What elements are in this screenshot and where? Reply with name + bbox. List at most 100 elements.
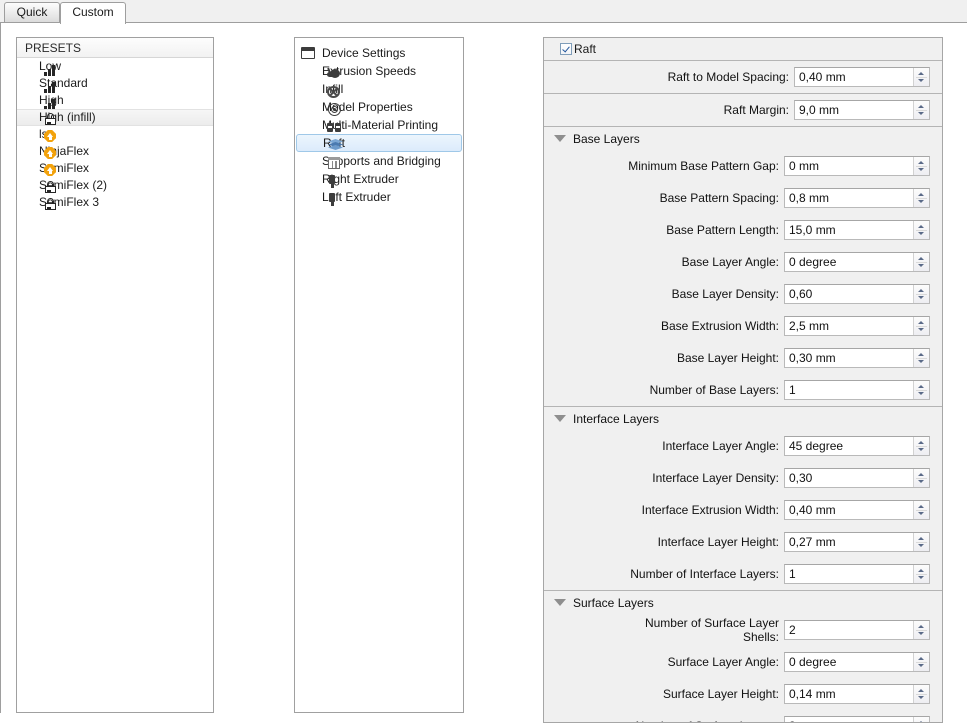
spinner-number-of-interface-layers[interactable] [913, 565, 929, 583]
tab-custom[interactable]: Custom [60, 2, 126, 24]
raft-enable-row[interactable]: Raft [544, 38, 942, 60]
setting-spinbox[interactable]: 45 degree [784, 436, 930, 456]
presets-header: PRESETS [17, 38, 213, 58]
category-item-model-properties[interactable]: Model Properties [296, 98, 462, 116]
spinner-interface-layer-density[interactable] [913, 469, 929, 487]
group-header-interface-layers[interactable]: Interface Layers [544, 407, 942, 430]
setting-spinbox[interactable]: 0 degree [784, 652, 930, 672]
chevron-down-icon[interactable] [554, 135, 566, 142]
spinner-interface-extrusion-width[interactable] [913, 501, 929, 519]
spinner-base-pattern-length[interactable] [913, 221, 929, 239]
spinner-base-extrusion-width[interactable] [913, 317, 929, 335]
setting-spinbox[interactable]: 15,0 mm [784, 220, 930, 240]
setting-spinbox[interactable]: 3 [784, 716, 930, 722]
group-title: Base Layers [573, 131, 640, 146]
spinner-raft-to-model-spacing[interactable] [913, 68, 929, 86]
setting-value[interactable]: 0,40 mm [795, 70, 913, 84]
spinner-raft-margin[interactable] [913, 101, 929, 119]
category-item-multi-material-printing[interactable]: Multi-Material Printing [296, 116, 462, 134]
raft-groups: Base Layers Minimum Base Pattern Gap: 0 mm… [544, 127, 942, 722]
spinner-number-of-surface-layers[interactable] [913, 717, 929, 722]
setting-value[interactable]: 2,5 mm [785, 319, 913, 333]
spinner-base-layer-density[interactable] [913, 285, 929, 303]
setting-spinbox[interactable]: 0 degree [784, 252, 930, 272]
chevron-down-icon[interactable] [554, 415, 566, 422]
setting-value[interactable]: 0 degree [785, 655, 913, 669]
group-header-surface-layers[interactable]: Surface Layers [544, 591, 942, 614]
setting-spinbox[interactable]: 2,5 mm [784, 316, 930, 336]
chevron-down-icon[interactable] [554, 599, 566, 606]
setting-value[interactable]: 0,40 mm [785, 503, 913, 517]
spinner-number-of-surface-layer-shells[interactable] [913, 621, 929, 639]
spinner-base-pattern-spacing[interactable] [913, 189, 929, 207]
category-item-right-extruder[interactable]: Right Extruder [296, 170, 462, 188]
setting-value[interactable]: 9,0 mm [795, 103, 913, 117]
setting-value[interactable]: 0,27 mm [785, 535, 913, 549]
setting-value[interactable]: 1 [785, 567, 913, 581]
setting-value[interactable]: 0 mm [785, 159, 913, 173]
spinner-interface-layer-height[interactable] [913, 533, 929, 551]
setting-value[interactable]: 3 [785, 719, 913, 722]
category-item-raft[interactable]: Raft [296, 134, 462, 152]
preset-item-standard[interactable]: Standard [17, 75, 213, 93]
spinner-minimum-base-pattern-gap[interactable] [913, 157, 929, 175]
category-item-supports-and-bridging[interactable]: Supports and Bridging [296, 152, 462, 170]
setting-spinbox[interactable]: 2 [784, 620, 930, 640]
setting-label: Minimum Base Pattern Gap: [628, 159, 779, 173]
preset-item-semiflex-2[interactable]: SemiFlex (2) [17, 177, 213, 194]
spinner-base-layer-height[interactable] [913, 349, 929, 367]
spinner-number-of-base-layers[interactable] [913, 381, 929, 399]
setting-value[interactable]: 15,0 mm [785, 223, 913, 237]
setting-value[interactable]: 1 [785, 383, 913, 397]
setting-row-raft-margin: Raft Margin: 9,0 mm [544, 94, 942, 126]
raft-checkbox[interactable] [560, 43, 572, 55]
setting-spinbox[interactable]: 1 [784, 380, 930, 400]
setting-spinbox[interactable]: 0,30 [784, 468, 930, 488]
preset-item-ninjaflex[interactable]: NinjaFlex [17, 143, 213, 160]
setting-row-surface-layer-height: Surface Layer Height: 0,14 mm [544, 678, 942, 710]
setting-row-interface-layer-height: Interface Layer Height: 0,27 mm [544, 526, 942, 558]
spinner-interface-layer-angle[interactable] [913, 437, 929, 455]
setting-value[interactable]: 45 degree [785, 439, 913, 453]
setting-value[interactable]: 0 degree [785, 255, 913, 269]
spinner-base-layer-angle[interactable] [913, 253, 929, 271]
setting-spinbox[interactable]: 0 mm [784, 156, 930, 176]
setting-row-interface-extrusion-width: Interface Extrusion Width: 0,40 mm [544, 494, 942, 526]
preset-item-low[interactable]: Low [17, 58, 213, 76]
setting-spinbox[interactable]: 0,30 mm [784, 348, 930, 368]
setting-spinbox[interactable]: 0,60 [784, 284, 930, 304]
setting-row-base-layer-density: Base Layer Density: 0,60 [544, 278, 942, 310]
setting-value[interactable]: 0,60 [785, 287, 913, 301]
presets-list[interactable]: LowStandard HighHigh (infill)lspNinjaFlex… [17, 58, 213, 211]
category-item-device-settings[interactable]: Device Settings [296, 44, 462, 62]
category-list[interactable]: Device Settings Extrusion SpeedsInfillMod… [295, 44, 463, 206]
tab-quick[interactable]: Quick [4, 2, 60, 23]
setting-value[interactable]: 0,8 mm [785, 191, 913, 205]
setting-row-number-of-surface-layer-shells: Number of Surface Layer Shells: 2 [544, 614, 942, 646]
preset-item-semiflex-3[interactable]: SemiFlex 3 [17, 194, 213, 211]
group-header-base-layers[interactable]: Base Layers [544, 127, 942, 150]
setting-spinbox[interactable]: 9,0 mm [794, 100, 930, 120]
setting-spinbox[interactable]: 0,8 mm [784, 188, 930, 208]
preset-item-semiflex[interactable]: SemiFlex [17, 160, 213, 177]
category-item-left-extruder[interactable]: Left Extruder [296, 188, 462, 206]
spinner-surface-layer-angle[interactable] [913, 653, 929, 671]
setting-value[interactable]: 0,14 mm [785, 687, 913, 701]
setting-value[interactable]: 0,30 [785, 471, 913, 485]
setting-spinbox[interactable]: 0,14 mm [784, 684, 930, 704]
setting-label: Base Pattern Spacing: [659, 191, 779, 205]
setting-spinbox[interactable]: 0,27 mm [784, 532, 930, 552]
raft-checkbox-label: Raft [574, 42, 597, 56]
setting-spinbox[interactable]: 0,40 mm [794, 67, 930, 87]
setting-spinbox[interactable]: 0,40 mm [784, 500, 930, 520]
preset-item-high[interactable]: High [17, 92, 213, 110]
setting-spinbox[interactable]: 1 [784, 564, 930, 584]
category-item-infill[interactable]: Infill [296, 80, 462, 98]
spinner-surface-layer-height[interactable] [913, 685, 929, 703]
preset-item-high-infill[interactable]: High (infill) [17, 109, 213, 126]
category-item-extrusion-speeds[interactable]: Extrusion Speeds [296, 62, 462, 80]
setting-value[interactable]: 0,30 mm [785, 351, 913, 365]
setting-value[interactable]: 2 [785, 623, 913, 637]
settings-group-surface-layers: Surface Layers Number of Surface Layer Sh… [544, 591, 942, 722]
preset-item-lsp[interactable]: lsp [17, 126, 213, 143]
